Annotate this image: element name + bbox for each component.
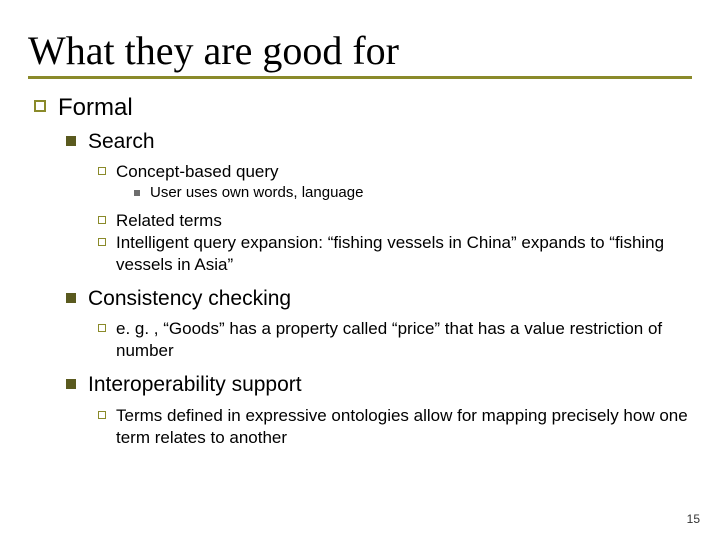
bullet-level2: Interoperability support [66,372,692,398]
point-text: Concept-based query [116,161,692,183]
section-heading: Interoperability support [88,372,692,398]
hollow-square-icon [34,100,46,112]
bullet-level1: Formal [34,93,692,123]
hollow-square-small-icon [98,167,106,175]
hollow-square-small-icon [98,324,106,332]
slide-title: What they are good for [28,30,692,72]
bullet-level3: Intelligent query expansion: “fishing ve… [98,232,692,276]
subpoint-text: User uses own words, language [150,183,692,203]
level1-label: Formal [58,93,692,123]
point-text: Intelligent query expansion: “fishing ve… [116,232,692,276]
section-heading: Search [88,129,692,155]
bullet-level3: Concept-based query [98,161,692,183]
bullet-level2: Consistency checking [66,286,692,312]
solid-square-icon [66,136,76,146]
bullet-level2: Search [66,129,692,155]
slide: What they are good for Formal Search Con… [0,0,720,540]
solid-square-icon [66,293,76,303]
point-text: Terms defined in expressive ontologies a… [116,405,692,449]
solid-square-small-icon [134,190,140,196]
solid-square-icon [66,379,76,389]
title-divider [28,76,692,79]
page-number: 15 [687,512,700,526]
bullet-level3: Terms defined in expressive ontologies a… [98,405,692,449]
bullet-level3: Related terms [98,210,692,232]
hollow-square-small-icon [98,411,106,419]
section-heading: Consistency checking [88,286,692,312]
hollow-square-small-icon [98,216,106,224]
bullet-level4: User uses own words, language [134,183,692,203]
bullet-level3: e. g. , “Goods” has a property called “p… [98,318,692,362]
point-text: e. g. , “Goods” has a property called “p… [116,318,692,362]
hollow-square-small-icon [98,238,106,246]
point-text: Related terms [116,210,692,232]
